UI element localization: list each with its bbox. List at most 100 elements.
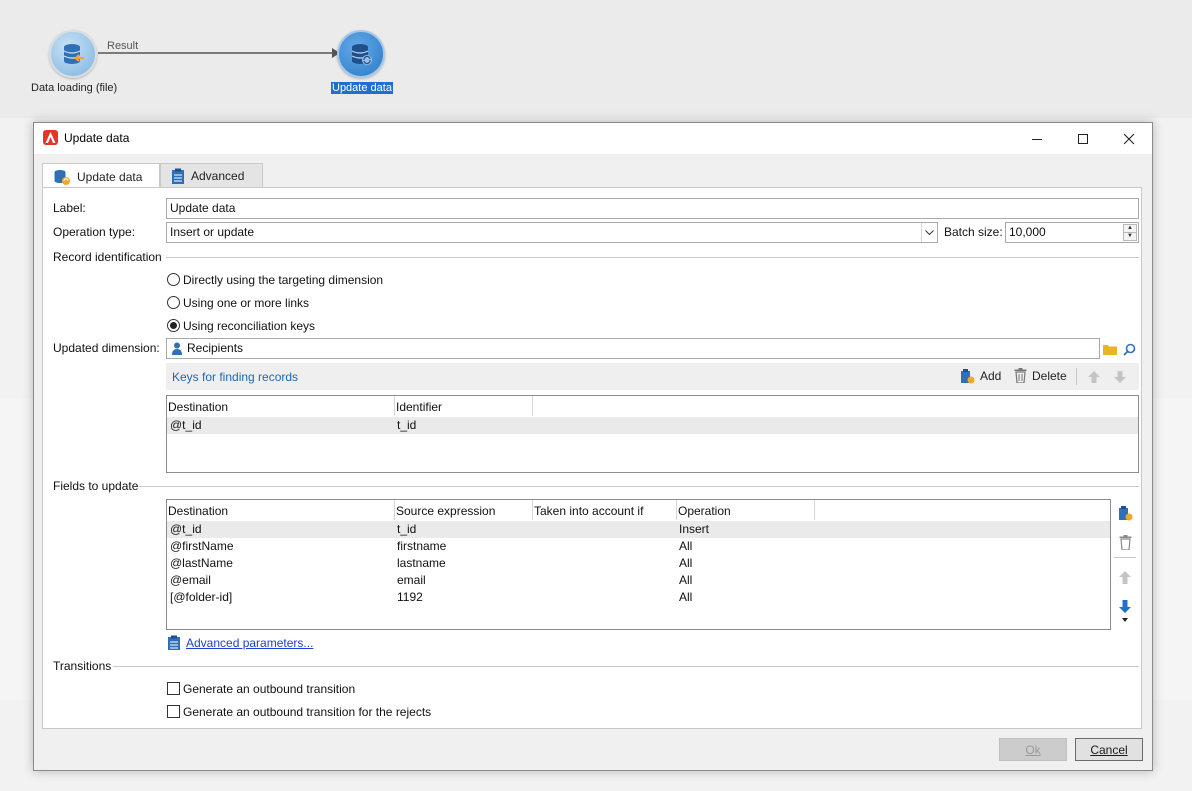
radio-reconciliation-keys-label[interactable]: Using reconciliation keys (183, 319, 315, 333)
table-row[interactable]: @firstName firstname All (167, 538, 1110, 555)
minimize-button[interactable] (1014, 123, 1060, 154)
ok-button[interactable]: Ok (999, 738, 1067, 761)
label-input[interactable]: Update data (166, 198, 1139, 219)
chevron-down-icon[interactable] (921, 223, 937, 242)
fields-col-condition[interactable]: Taken into account if (533, 500, 677, 520)
more-options-icon[interactable] (1116, 615, 1134, 625)
fields-col-operation[interactable]: Operation (677, 500, 815, 520)
radio-links[interactable] (167, 296, 180, 309)
delete-key-button[interactable]: Delete (1014, 368, 1067, 383)
label-field-label: Label: (53, 201, 86, 215)
spin-down-icon[interactable]: ▼ (1123, 232, 1137, 241)
field-operation-cell: All (679, 573, 693, 587)
field-destination-cell: [@folder-id] (170, 590, 233, 604)
move-down-icon[interactable] (1111, 368, 1129, 386)
table-row[interactable]: @t_id t_id (167, 417, 1138, 434)
tab-advanced-label: Advanced (191, 169, 245, 183)
radio-reconciliation-keys[interactable] (167, 319, 180, 332)
outbound-transition-label[interactable]: Generate an outbound transition (183, 682, 355, 696)
fields-col-destination[interactable]: Destination (167, 500, 395, 520)
table-row[interactable]: @email email All (167, 572, 1110, 589)
person-icon (172, 342, 182, 355)
keys-table[interactable]: Destination Identifier @t_id t_id (166, 395, 1139, 473)
table-row[interactable]: @t_id t_id Insert (167, 521, 1110, 538)
delete-key-label: Delete (1032, 368, 1067, 383)
operation-type-label: Operation type: (53, 225, 136, 239)
database-update-icon (351, 44, 372, 65)
close-icon (1123, 133, 1135, 144)
clipboard-icon (172, 168, 184, 184)
field-operation-cell: All (679, 539, 693, 553)
fields-divider (139, 486, 1139, 487)
field-destination-cell: @firstName (170, 539, 234, 553)
updated-dimension-input[interactable]: Recipients (166, 338, 1100, 359)
trash-icon (1014, 368, 1027, 383)
maximize-icon (1078, 133, 1088, 144)
maximize-button[interactable] (1060, 123, 1106, 154)
close-button[interactable] (1106, 123, 1152, 154)
tab-update-data-label: Update data (77, 169, 143, 184)
rejects-transition-checkbox[interactable] (167, 705, 180, 718)
updated-dimension-value: Recipients (187, 341, 244, 355)
search-icon[interactable] (1120, 340, 1138, 358)
radio-targeting-dimension[interactable] (167, 273, 180, 286)
data-loading-node[interactable] (49, 30, 97, 78)
move-up-icon[interactable] (1116, 568, 1134, 586)
ok-button-label: Ok (1025, 742, 1041, 757)
dialog-titlebar[interactable]: Update data (34, 123, 1152, 154)
field-operation-cell: All (679, 556, 693, 570)
add-field-icon[interactable] (1116, 504, 1134, 522)
field-destination-cell: @t_id (170, 522, 202, 536)
batch-size-value: 10,000 (1009, 225, 1046, 239)
add-key-button[interactable]: Add (960, 368, 1001, 384)
outbound-transition-checkbox[interactable] (167, 682, 180, 695)
field-source-cell: firstname (397, 539, 447, 553)
toolbar-separator (1076, 368, 1077, 385)
cancel-button-label: Cancel (1090, 742, 1128, 757)
move-down-icon[interactable] (1116, 597, 1134, 615)
trash-icon[interactable] (1116, 533, 1134, 551)
field-operation-cell: All (679, 590, 693, 604)
clipboard-icon (168, 635, 180, 650)
table-row[interactable]: [@folder-id] 1192 All (167, 589, 1110, 606)
rejects-transition-label[interactable]: Generate an outbound transition for the … (183, 705, 431, 719)
advanced-parameters-link[interactable]: Advanced parameters... (186, 636, 313, 650)
update-data-node[interactable] (337, 30, 385, 78)
table-row[interactable]: @lastName lastname All (167, 555, 1110, 572)
keys-col-identifier[interactable]: Identifier (395, 396, 533, 416)
keys-toolbar: Keys for finding records Add Delete (166, 363, 1139, 390)
tab-update-data[interactable]: Update data (42, 163, 160, 189)
field-destination-cell: @lastName (170, 556, 233, 570)
move-up-icon[interactable] (1085, 368, 1103, 386)
fields-table[interactable]: Destination Source expression Taken into… (166, 499, 1111, 630)
transition-label: Result (107, 40, 139, 52)
data-loading-node-label: Data loading (file) (31, 82, 118, 94)
batch-size-label: Batch size: (944, 225, 1003, 239)
field-source-cell: t_id (397, 522, 417, 536)
record-identification-title: Record identification (53, 250, 162, 264)
fields-to-update-title: Fields to update (53, 479, 139, 493)
folder-icon[interactable] (1101, 340, 1119, 358)
cancel-button[interactable]: Cancel (1075, 738, 1143, 761)
keys-col-destination[interactable]: Destination (167, 396, 395, 416)
fields-col-source[interactable]: Source expression (395, 500, 533, 520)
dialog-title: Update data (64, 131, 130, 145)
tab-advanced[interactable]: Advanced (160, 163, 263, 188)
record-identification-divider (166, 257, 1139, 258)
field-destination-cell: @email (170, 573, 211, 587)
update-data-dialog: Update data Update data Advanced Label: … (33, 122, 1153, 771)
side-toolbar-separator (1114, 557, 1136, 558)
field-source-cell: 1192 (397, 590, 423, 604)
field-operation-cell: Insert (679, 522, 710, 536)
operation-type-select[interactable]: Insert or update (166, 222, 938, 243)
keys-title: Keys for finding records (172, 370, 299, 384)
operation-type-value: Insert or update (170, 225, 255, 239)
transitions-title: Transitions (53, 659, 112, 673)
transitions-divider (113, 666, 1139, 667)
key-identifier-cell: t_id (397, 418, 417, 432)
adobe-app-icon (43, 130, 58, 145)
database-load-icon (63, 44, 84, 64)
radio-links-label[interactable]: Using one or more links (183, 296, 309, 310)
radio-targeting-dimension-label[interactable]: Directly using the targeting dimension (183, 273, 383, 287)
batch-size-input[interactable]: 10,000 ▲ ▼ (1005, 222, 1139, 243)
